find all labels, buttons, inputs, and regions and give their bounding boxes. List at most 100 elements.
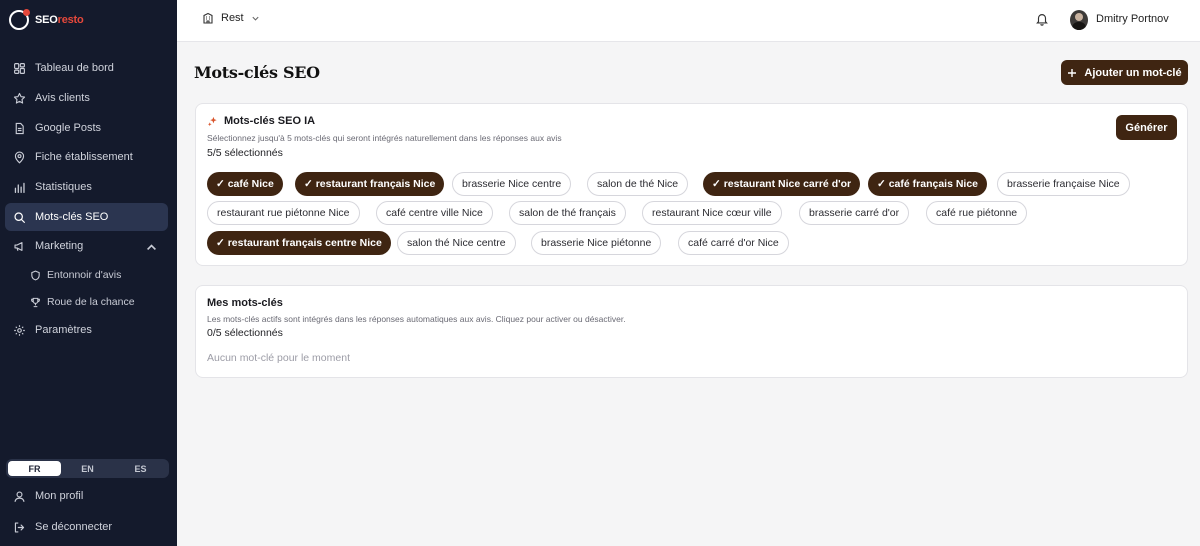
my-card-count: 0/5 sélectionnés xyxy=(207,327,283,339)
sidebar-item-label: Se déconnecter xyxy=(35,521,113,533)
document-icon xyxy=(15,122,24,134)
plus-icon xyxy=(1068,68,1077,77)
dashboard-icon xyxy=(14,62,25,74)
bell-icon[interactable] xyxy=(1035,12,1049,26)
language-button-fr[interactable]: FR xyxy=(8,461,61,476)
megaphone-icon xyxy=(14,241,23,251)
restaurant-selector[interactable]: Rest xyxy=(202,12,260,24)
keyword-chip[interactable]: restaurant rue piétonne Nice xyxy=(207,201,360,225)
sidebar-item-label: Marketing xyxy=(35,240,84,252)
sidebar-item-label: Google Posts xyxy=(35,122,102,134)
keyword-chip[interactable]: café carré d'or Nice xyxy=(678,231,789,255)
keyword-chip[interactable]: ✓ restaurant français centre Nice xyxy=(207,231,391,255)
keyword-chip[interactable]: brasserie française Nice xyxy=(997,172,1130,196)
keyword-chip[interactable]: brasserie Nice centre xyxy=(452,172,572,196)
chevron-down-icon xyxy=(252,16,259,21)
sidebar-item-statistics[interactable]: Statistiques xyxy=(5,173,168,201)
sidebar-item-label: Paramètres xyxy=(35,324,92,336)
sidebar-item-google-posts[interactable]: Google Posts xyxy=(5,114,168,142)
sidebar-subitem-wheel[interactable]: Roue de la chance xyxy=(30,292,135,312)
language-switcher: FR EN ES xyxy=(6,459,169,478)
keyword-chip[interactable]: brasserie carré d'or xyxy=(799,201,910,225)
keyword-chip[interactable]: restaurant Nice cœur ville xyxy=(642,201,782,225)
keyword-chip-label: café Nice xyxy=(227,178,274,190)
sidebar-item-label: Mots-clés SEO xyxy=(35,211,109,223)
sidebar-subitem-review-funnel[interactable]: Entonnoir d'avis xyxy=(30,265,121,285)
keyword-chip[interactable]: salon de thé Nice xyxy=(587,172,689,196)
keyword-chip-label: restaurant français Nice xyxy=(315,178,436,190)
my-card-description: Les mots-clés actifs sont intégrés dans … xyxy=(207,314,626,324)
top-bar: Rest Dmitry Portnov xyxy=(177,0,1200,42)
keyword-chip-label: salon thé Nice centre xyxy=(407,237,506,249)
check-icon: ✓ xyxy=(304,178,316,190)
keyword-chip-label: café centre ville Nice xyxy=(386,207,483,219)
sidebar-item-marketing[interactable]: Marketing xyxy=(5,232,168,260)
sidebar-item-label: Mon profil xyxy=(35,490,84,502)
sidebar: SEOresto Tableau de bord Avis clients Go… xyxy=(0,0,177,546)
logo-icon xyxy=(9,9,30,30)
user-name[interactable]: Dmitry Portnov xyxy=(1096,13,1169,25)
user-icon xyxy=(14,490,25,502)
keyword-chip-label: brasserie carré d'or xyxy=(809,207,900,219)
building-icon xyxy=(203,12,213,24)
keyword-chip-label: café français Nice xyxy=(888,178,979,190)
logo-accent-text: resto xyxy=(57,14,84,26)
keyword-chip-label: salon de thé Nice xyxy=(597,178,679,190)
keyword-chip-label: restaurant français centre Nice xyxy=(227,237,382,249)
keyword-chip[interactable]: ✓ restaurant Nice carré d'or xyxy=(703,172,861,196)
logo-text: SEO xyxy=(35,14,58,26)
language-button-es[interactable]: ES xyxy=(114,461,167,476)
keyword-chip[interactable]: ✓ café français Nice xyxy=(868,172,988,196)
star-icon xyxy=(13,92,26,104)
ai-card-title: Mots-clés SEO IA xyxy=(207,115,315,127)
check-icon: ✓ xyxy=(216,178,228,190)
app-logo[interactable]: SEOresto xyxy=(9,9,84,31)
check-icon: ✓ xyxy=(877,178,889,190)
restaurant-name: Rest xyxy=(221,12,244,24)
shield-icon xyxy=(31,270,40,280)
add-keyword-button[interactable]: Ajouter un mot-clé xyxy=(1061,60,1188,85)
keyword-chip[interactable]: salon thé Nice centre xyxy=(397,231,516,255)
my-card-title: Mes mots-clés xyxy=(207,297,283,309)
generate-button[interactable]: Générer xyxy=(1116,115,1177,140)
keyword-chip-label: café rue piétonne xyxy=(936,207,1018,219)
sparkles-icon xyxy=(207,116,217,126)
ai-card-count: 5/5 sélectionnés xyxy=(207,147,283,159)
keyword-chip[interactable]: ✓ café Nice xyxy=(207,172,283,196)
sidebar-item-profile[interactable]: Mon profil xyxy=(5,482,168,510)
sidebar-item-establishment[interactable]: Fiche établissement xyxy=(5,143,168,171)
keyword-chip-label: café carré d'or Nice xyxy=(688,237,779,249)
sidebar-item-label: Tableau de bord xyxy=(35,62,114,74)
add-keyword-label: Ajouter un mot-clé xyxy=(1084,66,1182,79)
keyword-chip-label: brasserie française Nice xyxy=(1007,178,1120,190)
empty-state-message: Aucun mot-clé pour le moment xyxy=(207,352,350,364)
keyword-chip[interactable]: brasserie Nice piétonne xyxy=(531,231,662,255)
sidebar-item-logout[interactable]: Se déconnecter xyxy=(5,513,168,541)
sidebar-item-label: Fiche établissement xyxy=(35,151,133,163)
keyword-chip-label: restaurant Nice carré d'or xyxy=(723,178,852,190)
sidebar-subitem-label: Entonnoir d'avis xyxy=(47,269,122,281)
sidebar-item-label: Avis clients xyxy=(35,92,90,104)
sidebar-item-dashboard[interactable]: Tableau de bord xyxy=(5,54,168,82)
keyword-chip-label: restaurant Nice cœur ville xyxy=(652,207,772,219)
avatar[interactable] xyxy=(1070,10,1088,30)
gear-icon xyxy=(14,324,25,336)
sidebar-item-label: Statistiques xyxy=(35,181,92,193)
keyword-chip-label: brasserie Nice centre xyxy=(462,178,562,190)
check-icon: ✓ xyxy=(712,178,724,190)
chevron-up-icon xyxy=(147,244,156,251)
keyword-chip[interactable]: café rue piétonne xyxy=(926,201,1028,225)
sidebar-item-reviews[interactable]: Avis clients xyxy=(5,84,168,112)
sidebar-item-settings[interactable]: Paramètres xyxy=(5,316,168,344)
map-pin-icon xyxy=(14,150,25,164)
logout-icon xyxy=(14,521,25,533)
check-icon: ✓ xyxy=(216,237,228,249)
page-title: Mots-clés SEO xyxy=(194,63,320,82)
bar-chart-icon xyxy=(14,182,25,193)
keyword-chip[interactable]: ✓ restaurant français Nice xyxy=(295,172,445,196)
language-button-en[interactable]: EN xyxy=(61,461,114,476)
my-keywords-card: Mes mots-clés Les mots-clés actifs sont … xyxy=(195,285,1188,378)
sidebar-item-seo-keywords[interactable]: Mots-clés SEO xyxy=(5,203,168,231)
keyword-chip[interactable]: café centre ville Nice xyxy=(376,201,493,225)
keyword-chip[interactable]: salon de thé français xyxy=(509,201,626,225)
